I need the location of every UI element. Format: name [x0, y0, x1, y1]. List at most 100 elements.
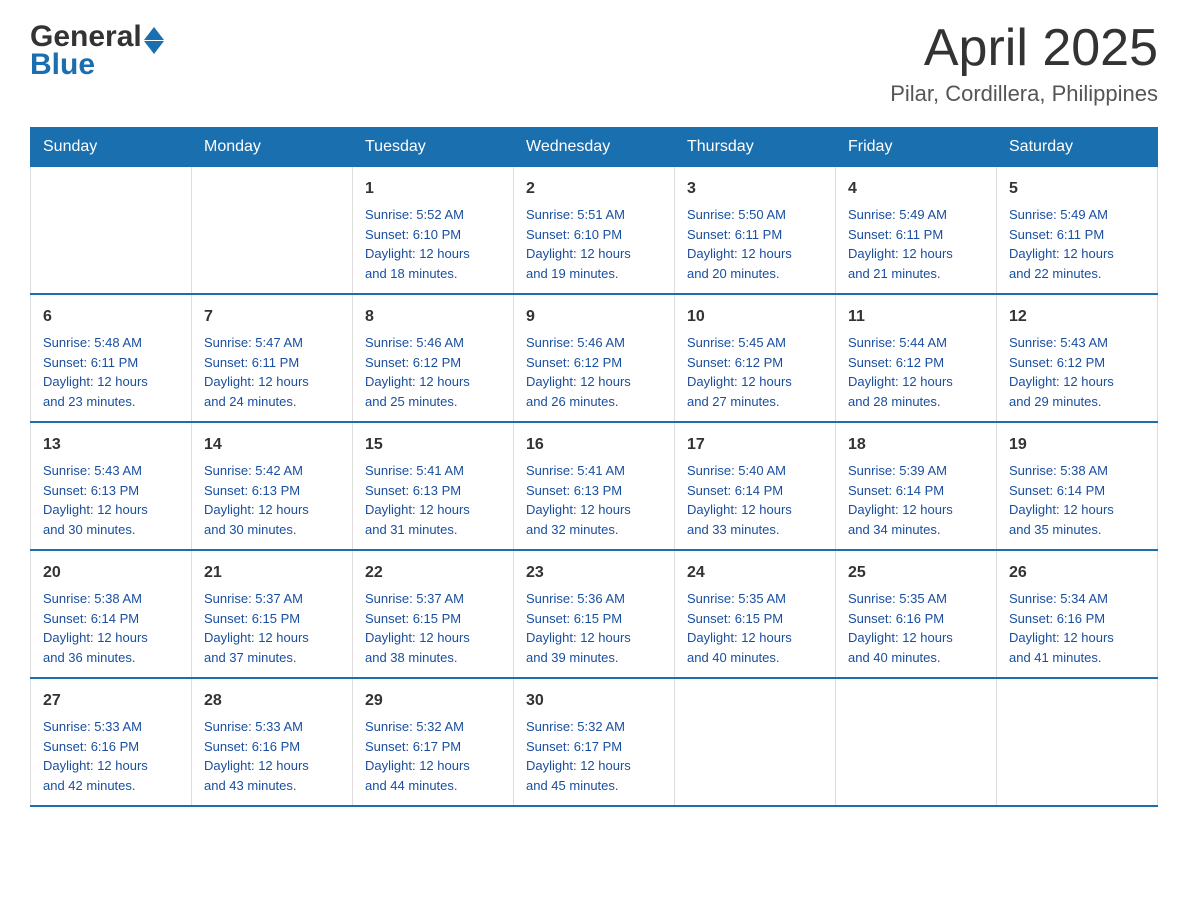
calendar-cell: 11 Sunrise: 5:44 AM Sunset: 6:12 PM Dayli…: [836, 294, 997, 422]
day-number: 7: [204, 305, 340, 329]
day-info: Sunrise: 5:46 AM Sunset: 6:12 PM Dayligh…: [365, 333, 501, 411]
calendar-cell: 30 Sunrise: 5:32 AM Sunset: 6:17 PM Dayli…: [514, 678, 675, 806]
calendar-cell: 9 Sunrise: 5:46 AM Sunset: 6:12 PM Daylig…: [514, 294, 675, 422]
day-info: Sunrise: 5:45 AM Sunset: 6:12 PM Dayligh…: [687, 333, 823, 411]
calendar-cell: 24 Sunrise: 5:35 AM Sunset: 6:15 PM Dayli…: [675, 550, 836, 678]
day-info: Sunrise: 5:43 AM Sunset: 6:12 PM Dayligh…: [1009, 333, 1145, 411]
calendar-cell: 3 Sunrise: 5:50 AM Sunset: 6:11 PM Daylig…: [675, 167, 836, 295]
day-number: 2: [526, 177, 662, 201]
day-info: Sunrise: 5:48 AM Sunset: 6:11 PM Dayligh…: [43, 333, 179, 411]
day-info: Sunrise: 5:43 AM Sunset: 6:13 PM Dayligh…: [43, 461, 179, 539]
calendar-cell: 27Sunrise: 5:33 AM Sunset: 6:16 PM Dayli…: [31, 678, 192, 806]
calendar-cell: 5 Sunrise: 5:49 AM Sunset: 6:11 PM Daylig…: [997, 167, 1158, 295]
day-number: 24: [687, 561, 823, 585]
calendar-cell: 13 Sunrise: 5:43 AM Sunset: 6:13 PM Dayli…: [31, 422, 192, 550]
day-number: 13: [43, 433, 179, 457]
calendar-cell: 16 Sunrise: 5:41 AM Sunset: 6:13 PM Dayli…: [514, 422, 675, 550]
day-info: Sunrise: 5:35 AM Sunset: 6:15 PM Dayligh…: [687, 589, 823, 667]
calendar-cell: 17Sunrise: 5:40 AM Sunset: 6:14 PM Dayli…: [675, 422, 836, 550]
day-number: 5: [1009, 177, 1145, 201]
calendar-cell: 4 Sunrise: 5:49 AM Sunset: 6:11 PM Daylig…: [836, 167, 997, 295]
day-number: 16: [526, 433, 662, 457]
weekday-header-sunday: Sunday: [31, 128, 192, 167]
page-header: General Blue April 2025 Pilar, Cordiller…: [30, 20, 1158, 107]
day-number: 18: [848, 433, 984, 457]
calendar-week-4: 20 Sunrise: 5:38 AM Sunset: 6:14 PM Dayli…: [31, 550, 1158, 678]
logo-icon: General Blue: [30, 20, 164, 82]
calendar-cell: 12 Sunrise: 5:43 AM Sunset: 6:12 PM Dayli…: [997, 294, 1158, 422]
calendar-cell: 7Sunrise: 5:47 AM Sunset: 6:11 PM Daylig…: [192, 294, 353, 422]
day-number: 30: [526, 689, 662, 713]
day-info: Sunrise: 5:38 AM Sunset: 6:14 PM Dayligh…: [43, 589, 179, 667]
day-number: 17: [687, 433, 823, 457]
calendar-cell: 15Sunrise: 5:41 AM Sunset: 6:13 PM Dayli…: [353, 422, 514, 550]
day-number: 1: [365, 177, 501, 201]
day-number: 11: [848, 305, 984, 329]
day-number: 4: [848, 177, 984, 201]
day-info: Sunrise: 5:44 AM Sunset: 6:12 PM Dayligh…: [848, 333, 984, 411]
weekday-header-thursday: Thursday: [675, 128, 836, 167]
calendar-cell: 10 Sunrise: 5:45 AM Sunset: 6:12 PM Dayli…: [675, 294, 836, 422]
logo-blue-text: Blue: [30, 48, 95, 82]
calendar-cell: [192, 167, 353, 295]
calendar-cell: 21 Sunrise: 5:37 AM Sunset: 6:15 PM Dayli…: [192, 550, 353, 678]
calendar-cell: 1 Sunrise: 5:52 AM Sunset: 6:10 PM Daylig…: [353, 167, 514, 295]
day-info: Sunrise: 5:37 AM Sunset: 6:15 PM Dayligh…: [365, 589, 501, 667]
day-number: 9: [526, 305, 662, 329]
day-number: 3: [687, 177, 823, 201]
calendar-cell: [836, 678, 997, 806]
day-number: 14: [204, 433, 340, 457]
day-info: Sunrise: 5:46 AM Sunset: 6:12 PM Dayligh…: [526, 333, 662, 411]
day-info: Sunrise: 5:35 AM Sunset: 6:16 PM Dayligh…: [848, 589, 984, 667]
calendar-cell: 25Sunrise: 5:35 AM Sunset: 6:16 PM Dayli…: [836, 550, 997, 678]
calendar-cell: [31, 167, 192, 295]
calendar-cell: 28 Sunrise: 5:33 AM Sunset: 6:16 PM Dayli…: [192, 678, 353, 806]
calendar-cell: 26 Sunrise: 5:34 AM Sunset: 6:16 PM Dayli…: [997, 550, 1158, 678]
day-info: Sunrise: 5:51 AM Sunset: 6:10 PM Dayligh…: [526, 205, 662, 283]
day-info: Sunrise: 5:50 AM Sunset: 6:11 PM Dayligh…: [687, 205, 823, 283]
day-number: 22: [365, 561, 501, 585]
day-info: Sunrise: 5:39 AM Sunset: 6:14 PM Dayligh…: [848, 461, 984, 539]
calendar-cell: 2 Sunrise: 5:51 AM Sunset: 6:10 PM Daylig…: [514, 167, 675, 295]
calendar-cell: 20 Sunrise: 5:38 AM Sunset: 6:14 PM Dayli…: [31, 550, 192, 678]
logo: General Blue: [30, 20, 164, 82]
day-number: 27: [43, 689, 179, 713]
calendar-week-1: 1 Sunrise: 5:52 AM Sunset: 6:10 PM Daylig…: [31, 167, 1158, 295]
weekday-header-monday: Monday: [192, 128, 353, 167]
calendar-cell: 6 Sunrise: 5:48 AM Sunset: 6:11 PM Daylig…: [31, 294, 192, 422]
day-number: 10: [687, 305, 823, 329]
day-info: Sunrise: 5:49 AM Sunset: 6:11 PM Dayligh…: [1009, 205, 1145, 283]
day-number: 21: [204, 561, 340, 585]
day-number: 23: [526, 561, 662, 585]
day-number: 20: [43, 561, 179, 585]
day-info: Sunrise: 5:38 AM Sunset: 6:14 PM Dayligh…: [1009, 461, 1145, 539]
day-number: 29: [365, 689, 501, 713]
calendar-cell: 14Sunrise: 5:42 AM Sunset: 6:13 PM Dayli…: [192, 422, 353, 550]
day-info: Sunrise: 5:49 AM Sunset: 6:11 PM Dayligh…: [848, 205, 984, 283]
month-title: April 2025: [890, 20, 1158, 77]
day-info: Sunrise: 5:32 AM Sunset: 6:17 PM Dayligh…: [365, 717, 501, 795]
calendar-week-2: 6 Sunrise: 5:48 AM Sunset: 6:11 PM Daylig…: [31, 294, 1158, 422]
day-number: 12: [1009, 305, 1145, 329]
day-info: Sunrise: 5:37 AM Sunset: 6:15 PM Dayligh…: [204, 589, 340, 667]
calendar-cell: 8Sunrise: 5:46 AM Sunset: 6:12 PM Daylig…: [353, 294, 514, 422]
weekday-header-wednesday: Wednesday: [514, 128, 675, 167]
day-info: Sunrise: 5:33 AM Sunset: 6:16 PM Dayligh…: [204, 717, 340, 795]
day-number: 26: [1009, 561, 1145, 585]
weekday-header-saturday: Saturday: [997, 128, 1158, 167]
day-info: Sunrise: 5:32 AM Sunset: 6:17 PM Dayligh…: [526, 717, 662, 795]
day-info: Sunrise: 5:41 AM Sunset: 6:13 PM Dayligh…: [526, 461, 662, 539]
day-info: Sunrise: 5:41 AM Sunset: 6:13 PM Dayligh…: [365, 461, 501, 539]
calendar-cell: 23Sunrise: 5:36 AM Sunset: 6:15 PM Dayli…: [514, 550, 675, 678]
calendar-header-row: SundayMondayTuesdayWednesdayThursdayFrid…: [31, 128, 1158, 167]
calendar-cell: [997, 678, 1158, 806]
day-info: Sunrise: 5:34 AM Sunset: 6:16 PM Dayligh…: [1009, 589, 1145, 667]
weekday-header-friday: Friday: [836, 128, 997, 167]
title-area: April 2025 Pilar, Cordillera, Philippine…: [890, 20, 1158, 107]
day-number: 28: [204, 689, 340, 713]
day-info: Sunrise: 5:52 AM Sunset: 6:10 PM Dayligh…: [365, 205, 501, 283]
weekday-header-tuesday: Tuesday: [353, 128, 514, 167]
day-number: 6: [43, 305, 179, 329]
calendar-week-3: 13 Sunrise: 5:43 AM Sunset: 6:13 PM Dayli…: [31, 422, 1158, 550]
calendar-cell: 19Sunrise: 5:38 AM Sunset: 6:14 PM Dayli…: [997, 422, 1158, 550]
